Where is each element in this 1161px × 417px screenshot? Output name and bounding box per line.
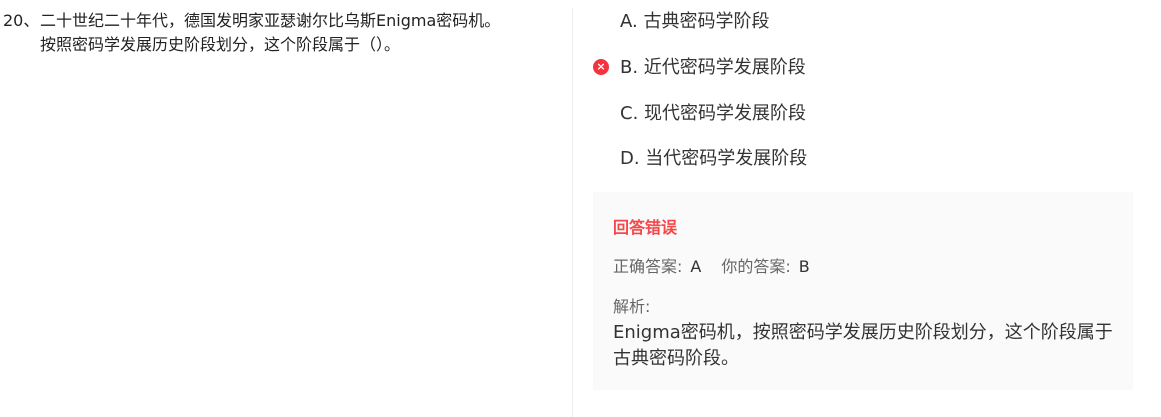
divider — [572, 8, 573, 417]
question-text-line1: 二十世纪二十年代，德国发明家亚瑟谢尔比乌斯Enigma密码机。 — [40, 11, 501, 30]
analysis-label: 解析: — [613, 297, 651, 316]
option-a[interactable]: A. 古典密码学阶段 — [620, 9, 769, 35]
your-answer-label: 你的答案: — [721, 257, 791, 276]
correct-answer-label: 正确答案: — [613, 257, 683, 276]
your-answer-value: B — [798, 257, 810, 276]
correct-answer-value: A — [690, 257, 702, 276]
answer-line: 正确答案: A 你的答案: B — [613, 253, 830, 277]
option-c[interactable]: C. 现代密码学发展阶段 — [620, 101, 806, 127]
question-number: 20、 — [3, 11, 40, 30]
analysis-content: Enigma密码机，按照密码学发展历史阶段划分，这个阶段属于古典密码阶段。 — [613, 322, 1113, 369]
option-d[interactable]: D. 当代密码学发展阶段 — [620, 146, 807, 172]
feedback-panel: 回答错误 正确答案: A 你的答案: B 解析: Enigma密码机，按照密码学发展历… — [593, 192, 1133, 390]
close-icon: × — [593, 59, 609, 75]
question-text-line2: 按照密码学发展历史阶段划分，这个阶段属于（）。 — [40, 35, 401, 54]
result-title: 回答错误 — [613, 218, 678, 237]
option-b[interactable]: B. 近代密码学发展阶段 — [620, 55, 806, 81]
